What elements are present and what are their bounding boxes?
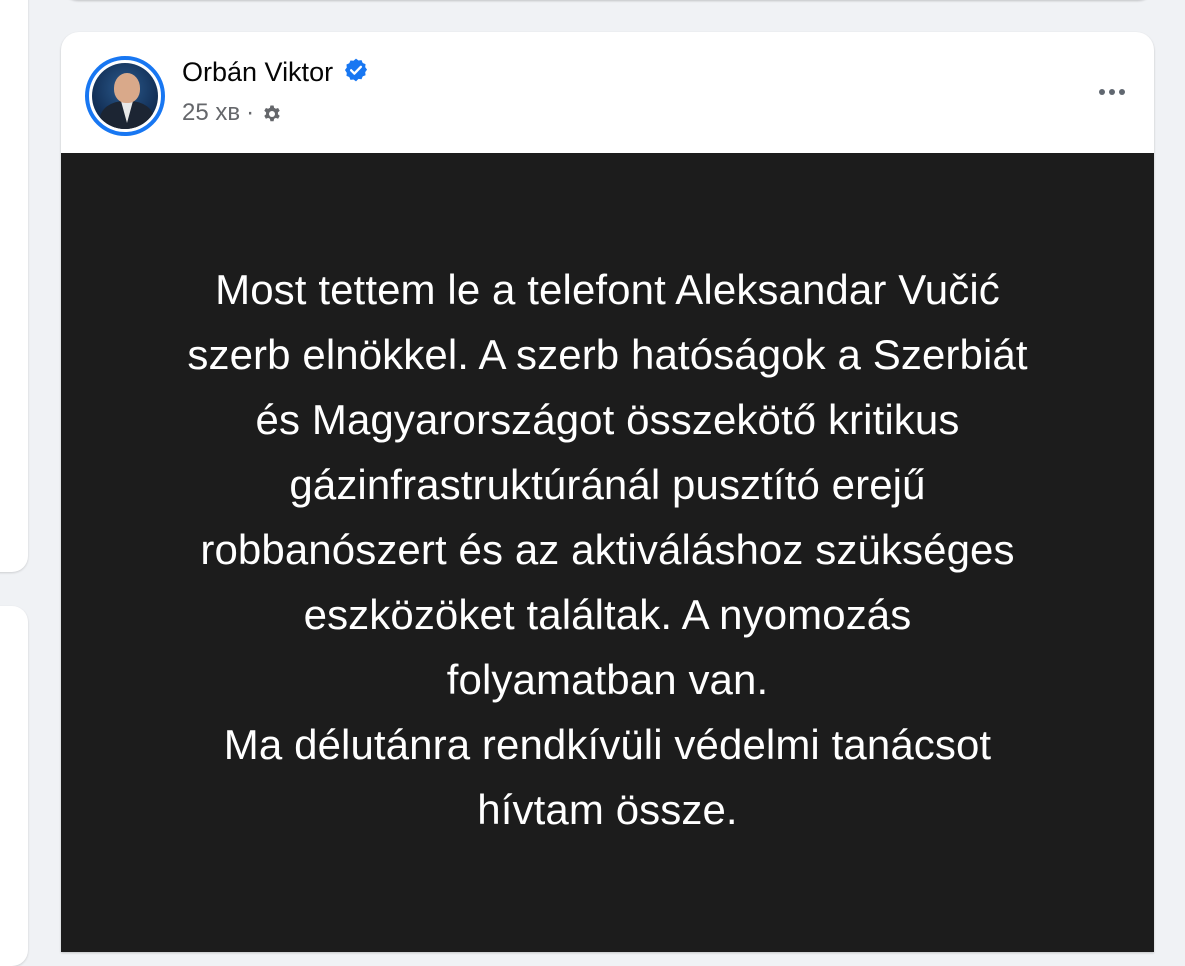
settings-gear-icon[interactable] [260,102,284,126]
avatar-head-shape [114,73,140,103]
author-name[interactable]: Orbán Viktor [182,57,333,88]
post-text-line: Ma délutánra rendkívüli védelmi tanácsot [223,721,992,768]
post-text-line: robbanószert és az aktiváláshoz szüksége… [200,526,1015,573]
post-text-line: Most tettem le a telefont Aleksandar Vuč… [215,266,1000,313]
post-text-line: eszközöket találtak. A nyomozás [303,591,912,638]
left-side-panel [0,0,28,572]
post-text-line: és Magyarországot összekötő kritikus [255,396,960,443]
post-meta: 25 хв · [182,99,284,127]
post-card: Orbán Viktor 25 хв · Most tettem le a te… [61,32,1154,952]
post-timestamp[interactable]: 25 хв [182,99,240,127]
author-name-row: Orbán Viktor [182,57,369,88]
meta-separator: · [246,99,255,126]
more-dot-icon [1109,89,1115,95]
post-text: Most tettem le a telefont Aleksandar Vuč… [61,257,1154,842]
more-dot-icon [1099,89,1105,95]
post-text-line: hívtam össze. [477,786,738,833]
left-side-panel-lower [0,606,28,966]
author-avatar[interactable] [85,56,165,136]
verified-badge-icon [343,57,369,83]
more-dot-icon [1119,89,1125,95]
post-text-background: Most tettem le a telefont Aleksandar Vuč… [61,153,1154,952]
post-text-line: gázinfrastruktúránál pusztító erejű [289,461,926,508]
more-options-button[interactable] [1090,74,1134,110]
post-text-line: folyamatban van. [446,656,769,703]
post-header: Orbán Viktor 25 хв · [61,32,1154,153]
post-text-line: szerb elnökkel. A szerb hatóságok a Szer… [187,331,1028,378]
avatar-photo [92,63,158,129]
